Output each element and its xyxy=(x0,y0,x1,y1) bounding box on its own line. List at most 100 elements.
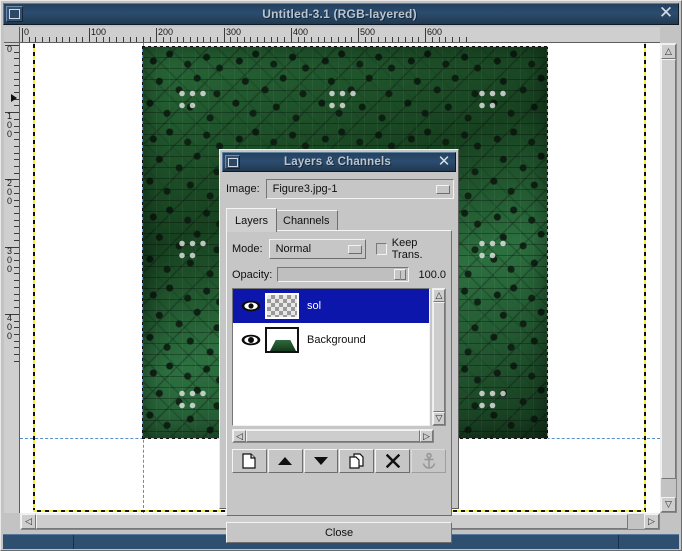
scroll-up-arrow-icon[interactable]: △ xyxy=(661,44,676,59)
lower-layer-button[interactable] xyxy=(304,449,339,473)
ruler-tick xyxy=(14,220,19,221)
ruler-tick xyxy=(459,37,460,42)
layer-row-background[interactable]: Background xyxy=(233,323,429,357)
layer-list-scroll-thumb[interactable] xyxy=(433,302,445,412)
ruler-tick xyxy=(183,37,184,42)
opacity-slider-handle[interactable] xyxy=(394,269,406,280)
window-title: Untitled-3.1 (RGB-layered) xyxy=(23,7,656,21)
scroll-left-arrow-icon[interactable]: ◁ xyxy=(21,514,36,529)
ruler-tick xyxy=(14,92,19,93)
tab-layers-label: Layers xyxy=(235,215,268,227)
ruler-tick xyxy=(257,37,258,42)
ruler-tick xyxy=(14,153,19,154)
ruler-tick xyxy=(103,37,104,42)
keep-transparency-label: Keep Trans. xyxy=(392,237,446,261)
mode-select[interactable]: Normal xyxy=(269,239,366,259)
scrollbar-corner xyxy=(660,513,677,530)
ruler-label: 0 xyxy=(5,256,14,264)
ruler-tick xyxy=(318,37,319,42)
horizontal-ruler[interactable]: 0100200300400500600 xyxy=(20,27,660,43)
dialog-close-icon[interactable]: ✕ xyxy=(435,153,453,171)
vertical-scroll-thumb[interactable] xyxy=(661,59,676,479)
scroll-up-arrow-icon[interactable]: △ xyxy=(433,289,445,302)
ruler-tick xyxy=(136,37,137,42)
ruler-tick xyxy=(170,37,171,42)
ruler-tick xyxy=(109,37,110,42)
ruler-tick xyxy=(365,37,366,42)
keep-transparency-checkbox[interactable] xyxy=(376,243,387,255)
ruler-tick xyxy=(466,37,467,42)
ruler-label: 0 xyxy=(5,332,14,340)
layer-list[interactable]: sol Background xyxy=(232,288,430,426)
ruler-tick xyxy=(445,37,446,42)
ruler-tick xyxy=(96,37,97,42)
mode-row: Mode: Normal Keep Trans. xyxy=(232,237,446,261)
ruler-tick xyxy=(14,213,19,214)
layer-row-sol[interactable]: sol xyxy=(233,289,429,323)
scroll-right-arrow-icon[interactable]: ▷ xyxy=(420,430,433,442)
eye-icon[interactable] xyxy=(237,300,265,312)
ruler-tick xyxy=(14,280,19,281)
duplicate-layer-button[interactable] xyxy=(339,449,374,473)
ruler-tick xyxy=(14,233,19,234)
tab-layers[interactable]: Layers xyxy=(226,208,277,232)
ruler-tick xyxy=(14,139,19,140)
dialog-tabs: Layers Channels xyxy=(226,208,456,230)
vertical-scrollbar[interactable]: △ ▽ xyxy=(660,43,677,513)
ruler-tick xyxy=(14,146,19,147)
scroll-left-arrow-icon[interactable]: ◁ xyxy=(233,430,246,442)
ruler-tick xyxy=(14,200,19,201)
opacity-slider[interactable] xyxy=(277,267,409,282)
opacity-value: 100.0 xyxy=(414,269,446,281)
ruler-tick xyxy=(324,37,325,42)
eye-icon[interactable] xyxy=(237,334,265,346)
ruler-tick xyxy=(378,37,379,42)
scroll-right-arrow-icon[interactable]: ▷ xyxy=(644,514,659,529)
close-icon[interactable]: ✕ xyxy=(656,4,676,24)
ruler-tick xyxy=(284,37,285,42)
image-select[interactable]: Figure3.jpg-1 xyxy=(266,179,454,199)
ruler-tick xyxy=(14,85,19,86)
ruler-label: 0 xyxy=(5,45,14,53)
ruler-tick xyxy=(331,37,332,42)
ruler-tick xyxy=(14,58,19,59)
ruler-tick xyxy=(392,37,393,42)
ruler-tick xyxy=(14,300,19,301)
ruler-tick xyxy=(14,72,19,73)
layer-list-vertical-scrollbar[interactable]: △ ▽ xyxy=(432,288,446,426)
ruler-tick xyxy=(82,37,83,42)
window-menu-button[interactable] xyxy=(6,6,23,22)
ruler-tick xyxy=(14,321,19,322)
raise-layer-button[interactable] xyxy=(268,449,303,473)
opacity-row: Opacity: 100.0 xyxy=(232,267,446,282)
status-cell xyxy=(619,535,679,549)
delete-layer-button[interactable] xyxy=(375,449,410,473)
layer-thumbnail xyxy=(265,293,299,319)
ruler-label: 4 xyxy=(5,314,14,322)
ruler-tick xyxy=(14,240,19,241)
new-layer-button[interactable] xyxy=(232,449,267,473)
ruler-tick xyxy=(311,37,312,42)
layer-list-h-scroll-thumb[interactable] xyxy=(246,430,420,442)
dialog-menu-button[interactable] xyxy=(225,155,240,169)
layer-thumbnail xyxy=(265,327,299,353)
image-label: Image: xyxy=(226,183,260,195)
vertical-ruler[interactable]: 0100200300400 xyxy=(4,43,20,513)
ruler-label: 0 xyxy=(5,265,14,273)
ruler-label: 0 xyxy=(22,27,29,37)
ruler-label: 0 xyxy=(5,121,14,129)
mode-label: Mode: xyxy=(232,243,263,255)
ruler-tick xyxy=(398,37,399,42)
ruler-tick xyxy=(14,341,19,342)
close-button[interactable]: Close xyxy=(226,522,452,543)
close-button-label: Close xyxy=(325,527,353,539)
tab-channels[interactable]: Channels xyxy=(274,210,338,230)
ruler-tick xyxy=(210,37,211,42)
ruler-label: 600 xyxy=(425,27,442,37)
layer-list-horizontal-scrollbar[interactable]: ◁ ▷ xyxy=(232,429,434,443)
layers-tab-pane: Mode: Normal Keep Trans. Opacity: 100.0 xyxy=(226,230,452,516)
scroll-down-arrow-icon[interactable]: ▽ xyxy=(661,497,676,512)
ruler-tick xyxy=(116,37,117,42)
ruler-tick xyxy=(14,287,19,288)
scroll-down-arrow-icon[interactable]: ▽ xyxy=(433,412,445,425)
